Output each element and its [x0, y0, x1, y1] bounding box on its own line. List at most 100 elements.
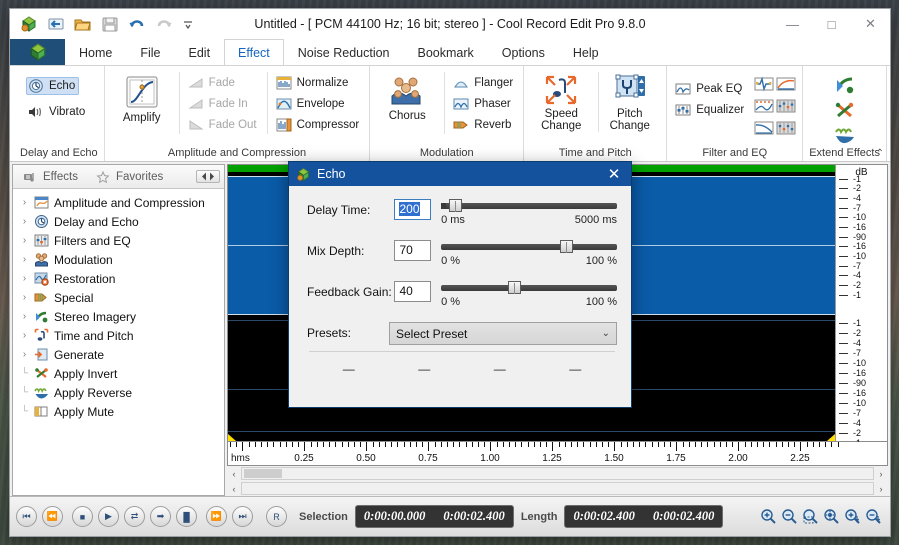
tree-item-apply-mute[interactable]: └ Apply Mute [19, 402, 224, 421]
zoom-out-vertical-button[interactable] [864, 508, 882, 526]
panel-tab-effects[interactable]: Effects [17, 169, 84, 185]
scroll-right-arrow-secondary[interactable]: › [874, 484, 888, 494]
tree-item-apply-invert[interactable]: └ Apply Invert [19, 364, 224, 383]
app-logo-icon[interactable] [20, 15, 38, 33]
chevron-right-icon[interactable]: › [19, 254, 30, 265]
ribbon-button-vibrato[interactable]: Vibrato [26, 103, 89, 121]
time-ruler[interactable]: hms 0.25 0.50 0.75 1.00 1.25 1.50 1.75 2.00 2.25 [227, 442, 888, 466]
tree-item-restoration[interactable]: › Restoration [19, 269, 224, 288]
tab-home[interactable]: Home [65, 39, 126, 65]
loop-button[interactable]: ⇄ [124, 506, 145, 527]
customize-qat-icon[interactable] [182, 15, 194, 33]
scroll-left-arrow[interactable]: ‹ [227, 469, 241, 479]
chevron-right-icon[interactable]: › [19, 330, 30, 341]
chevron-right-icon[interactable]: › [19, 235, 30, 246]
selection-start-marker-bottom[interactable] [228, 434, 236, 441]
new-icon[interactable] [47, 15, 65, 33]
tree-item-modulation[interactable]: › Modulation [19, 250, 224, 269]
panel-tab-scroll-button[interactable] [196, 170, 220, 183]
tab-effect[interactable]: Effect [224, 39, 284, 65]
chevron-right-icon[interactable]: › [19, 197, 30, 208]
apply-invert-icon[interactable] [834, 99, 856, 121]
ribbon-button-chorus[interactable]: Chorus [376, 72, 438, 122]
chevron-right-icon[interactable]: › [19, 273, 30, 284]
ribbon-collapse-button[interactable]: ⌃ [876, 148, 884, 159]
chevron-down-icon[interactable]: ⌄ [602, 328, 610, 339]
delay-time-slider[interactable] [441, 199, 617, 212]
zoom-in-button[interactable] [759, 508, 777, 526]
tab-noise-reduction[interactable]: Noise Reduction [284, 39, 404, 65]
ribbon-button-equalizer[interactable]: Equalizer [673, 101, 748, 119]
scrollbar-thumb[interactable] [244, 469, 282, 478]
ribbon-button-normalize[interactable]: Normalize [274, 74, 364, 92]
chevron-right-icon[interactable]: › [19, 311, 30, 322]
dialog-button-1[interactable]: — [311, 362, 387, 376]
ribbon-button-peak-eq[interactable]: Peak EQ [673, 80, 748, 98]
selection-time-display[interactable]: 0:00:00.000 0:00:02.400 [354, 505, 514, 528]
minimize-button[interactable]: — [773, 9, 812, 39]
tab-help[interactable]: Help [559, 39, 613, 65]
ribbon-button-speed-change[interactable]: Speed Change [530, 72, 592, 132]
save-icon[interactable] [101, 15, 119, 33]
ribbon-button-reverb[interactable]: Reverb [451, 116, 517, 134]
stop-button[interactable]: ■ [72, 506, 93, 527]
fast-forward-button[interactable]: ⏩ [206, 506, 227, 527]
rewind-button[interactable]: ⏪ [42, 506, 63, 527]
filter-notch-icon[interactable] [754, 74, 774, 94]
close-button[interactable]: ✕ [851, 9, 890, 39]
ribbon-button-phaser[interactable]: Phaser [451, 95, 517, 113]
zoom-out-button[interactable] [780, 508, 798, 526]
tree-item-filters-and-eq[interactable]: › Filters and EQ [19, 231, 224, 250]
ribbon-button-flanger[interactable]: Flanger [451, 74, 517, 92]
mix-depth-input[interactable]: 70 [394, 240, 432, 261]
zoom-full-button[interactable] [822, 508, 840, 526]
tree-item-special[interactable]: › Special [19, 288, 224, 307]
filter-parametric-icon[interactable] [776, 118, 796, 138]
filter-highpass-icon[interactable] [776, 74, 796, 94]
tab-bookmark[interactable]: Bookmark [404, 39, 488, 65]
pause-button[interactable]: ▐▌ [176, 506, 197, 527]
mix-depth-slider[interactable] [441, 240, 617, 253]
skip-end-button[interactable]: ⏭ [232, 506, 253, 527]
filter-fft-icon[interactable] [754, 96, 774, 116]
maximize-button[interactable]: □ [812, 9, 851, 39]
zoom-in-vertical-button[interactable] [843, 508, 861, 526]
scroll-right-arrow[interactable]: › [874, 469, 888, 479]
filter-graphic-icon[interactable] [776, 96, 796, 116]
play-to-end-button[interactable]: ➡ [150, 506, 171, 527]
tree-item-delay-and-echo[interactable]: › Delay and Echo [19, 212, 224, 231]
play-button[interactable]: ▶ [98, 506, 119, 527]
ribbon-button-envelope[interactable]: Envelope [274, 95, 364, 113]
delay-time-input[interactable]: 200 [394, 199, 432, 220]
chevron-right-icon[interactable]: › [19, 292, 30, 303]
tree-item-stereo-imagery[interactable]: › Stereo Imagery [19, 307, 224, 326]
ribbon-button-fade-in[interactable]: Fade In [186, 95, 261, 113]
tab-options[interactable]: Options [488, 39, 559, 65]
tree-item-amplitude-and-compression[interactable]: › Amplitude and Compression [19, 193, 224, 212]
feedback-gain-input[interactable]: 40 [394, 281, 432, 302]
skip-start-button[interactable]: ⏮ [16, 506, 37, 527]
dialog-button-3[interactable]: — [462, 362, 538, 376]
open-icon[interactable] [74, 15, 92, 33]
scroll-left-arrow-secondary[interactable]: ‹ [227, 484, 241, 494]
tree-item-apply-reverse[interactable]: └ Apply Reverse [19, 383, 224, 402]
horizontal-scrollbar-secondary[interactable] [241, 482, 874, 495]
zoom-selection-button[interactable] [801, 508, 819, 526]
chevron-right-icon[interactable]: › [19, 216, 30, 227]
feedback-gain-slider[interactable] [441, 281, 617, 294]
undo-icon[interactable] [128, 15, 146, 33]
record-button[interactable]: R [266, 506, 287, 527]
ribbon-button-fade-out[interactable]: Fade Out [186, 116, 261, 134]
filter-lowpass-icon[interactable] [754, 118, 774, 138]
presets-select[interactable]: Select Preset ⌄ [389, 322, 617, 345]
ribbon-app-button[interactable] [10, 39, 65, 65]
stereo-imagery-icon[interactable] [834, 74, 856, 96]
length-time-display[interactable]: 0:00:02.400 0:00:02.400 [564, 505, 724, 528]
dialog-button-4[interactable]: — [538, 362, 614, 376]
tab-file[interactable]: File [126, 39, 174, 65]
panel-tab-favorites[interactable]: Favorites [90, 169, 169, 185]
ribbon-button-fade[interactable]: Fade [186, 74, 261, 92]
selection-end-marker-bottom[interactable] [827, 434, 835, 441]
ribbon-button-compressor[interactable]: Compressor [274, 116, 364, 134]
chevron-right-icon[interactable]: › [19, 349, 30, 360]
